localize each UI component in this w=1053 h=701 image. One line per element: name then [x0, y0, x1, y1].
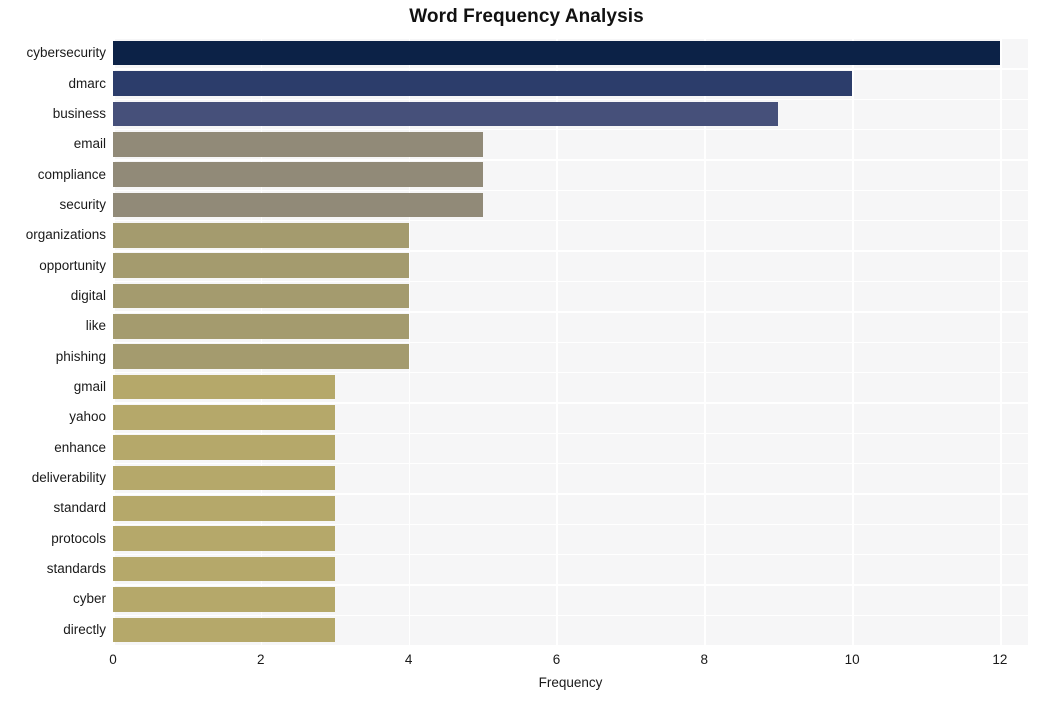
gridline-horizontal [113, 220, 1028, 222]
bar[interactable] [113, 435, 335, 460]
gridline-horizontal [113, 38, 1028, 40]
bar-row[interactable] [113, 189, 1028, 220]
bar-row[interactable] [113, 341, 1028, 372]
bar[interactable] [113, 192, 483, 218]
gridline-horizontal [113, 493, 1028, 495]
bar-row[interactable] [113, 553, 1028, 584]
gridline-horizontal [113, 584, 1028, 586]
gridline-horizontal [113, 129, 1028, 131]
y-axis-tick-label: like [85, 318, 106, 334]
gridline-horizontal [113, 98, 1028, 101]
bars-group [113, 38, 1028, 645]
bar[interactable] [113, 222, 409, 248]
gridline-horizontal [113, 371, 1028, 374]
bar[interactable] [113, 101, 779, 127]
bar-row[interactable] [113, 371, 1028, 402]
bar-row[interactable] [113, 614, 1028, 645]
bar-row[interactable] [113, 584, 1028, 614]
gridline-horizontal [113, 189, 1028, 192]
y-axis-tick-label: cyber [72, 591, 106, 607]
y-axis-tick-label: digital [70, 287, 106, 303]
y-axis-tick-label: security [59, 196, 106, 212]
y-axis-tick-label: standards [46, 561, 106, 577]
gridline-horizontal [113, 159, 1028, 161]
y-axis-tick-label: standard [53, 500, 106, 516]
x-axis-tick-labels: 0 2 4 6 8 10 12 [0, 652, 1053, 672]
bar[interactable] [113, 374, 335, 400]
gridline-horizontal [113, 68, 1028, 70]
gridline-horizontal [113, 311, 1028, 313]
gridline-horizontal [113, 614, 1028, 617]
bar[interactable] [113, 556, 335, 582]
x-axis-tick-label: 2 [257, 652, 265, 667]
bar[interactable] [113, 71, 853, 96]
bar-row[interactable] [113, 493, 1028, 523]
gridline-horizontal [113, 523, 1028, 525]
bar[interactable] [113, 131, 483, 157]
y-axis-tick-label: phishing [55, 348, 106, 364]
chart-figure: Word Frequency Analysis cybersecurity dma… [0, 0, 1053, 701]
y-axis-tick-label: organizations [25, 227, 106, 243]
x-axis-label: Frequency [538, 675, 603, 690]
bar-row[interactable] [113, 432, 1028, 463]
bar[interactable] [113, 496, 335, 521]
x-axis-tick-label: 12 [992, 652, 1008, 667]
gridline-horizontal [113, 462, 1028, 465]
bar-row[interactable] [113, 462, 1028, 493]
x-axis-tick-label: 10 [844, 652, 860, 667]
plot-area [113, 38, 1028, 645]
x-axis-tick-label: 8 [700, 652, 709, 667]
y-axis-tick-label: opportunity [39, 257, 106, 273]
bar[interactable] [113, 617, 335, 643]
bar[interactable] [113, 405, 335, 430]
bar-row[interactable] [113, 159, 1028, 189]
y-axis-tick-label: enhance [54, 439, 106, 455]
y-axis-tick-label: email [73, 136, 106, 152]
bar-row[interactable] [113, 402, 1028, 432]
bar[interactable] [113, 526, 335, 552]
chart-title: Word Frequency Analysis [409, 6, 644, 27]
gridline-horizontal [113, 280, 1028, 283]
gridline-horizontal [113, 432, 1028, 434]
gridline-horizontal [113, 250, 1028, 252]
bar-row[interactable] [113, 129, 1028, 159]
y-axis-tick-label: compliance [37, 166, 106, 182]
x-axis-tick-label: 0 [109, 652, 117, 667]
y-axis-tick-label: deliverability [31, 470, 106, 486]
bar[interactable] [113, 344, 409, 369]
bar[interactable] [113, 314, 409, 339]
x-axis-tick-label: 4 [404, 652, 413, 667]
bar-row[interactable] [113, 280, 1028, 311]
y-axis-tick-label: cybersecurity [26, 45, 106, 61]
bar-row[interactable] [113, 98, 1028, 129]
y-axis-tick-label: gmail [73, 379, 106, 395]
bar[interactable] [113, 283, 409, 309]
bar-row[interactable] [113, 220, 1028, 250]
gridline-horizontal [113, 553, 1028, 556]
bar-row[interactable] [113, 523, 1028, 554]
bar-row[interactable] [113, 68, 1028, 98]
y-axis-tick-labels: cybersecurity dmarc business email complianc… [0, 38, 106, 645]
x-axis-tick-label: 6 [552, 652, 561, 667]
bar-row[interactable] [113, 38, 1028, 68]
y-axis-tick-label: yahoo [69, 409, 106, 425]
gridline-horizontal [113, 402, 1028, 404]
bar[interactable] [113, 40, 1000, 66]
gridline-horizontal [113, 341, 1028, 343]
bar[interactable] [113, 162, 483, 187]
y-axis-tick-label: business [52, 105, 106, 121]
bar-row[interactable] [113, 311, 1028, 341]
bar[interactable] [113, 253, 409, 278]
bar[interactable] [113, 465, 335, 491]
y-axis-tick-label: protocols [51, 530, 106, 546]
bar-row[interactable] [113, 250, 1028, 280]
y-axis-tick-label: dmarc [68, 75, 106, 91]
y-axis-tick-label: directly [63, 621, 106, 637]
bar[interactable] [113, 587, 335, 612]
